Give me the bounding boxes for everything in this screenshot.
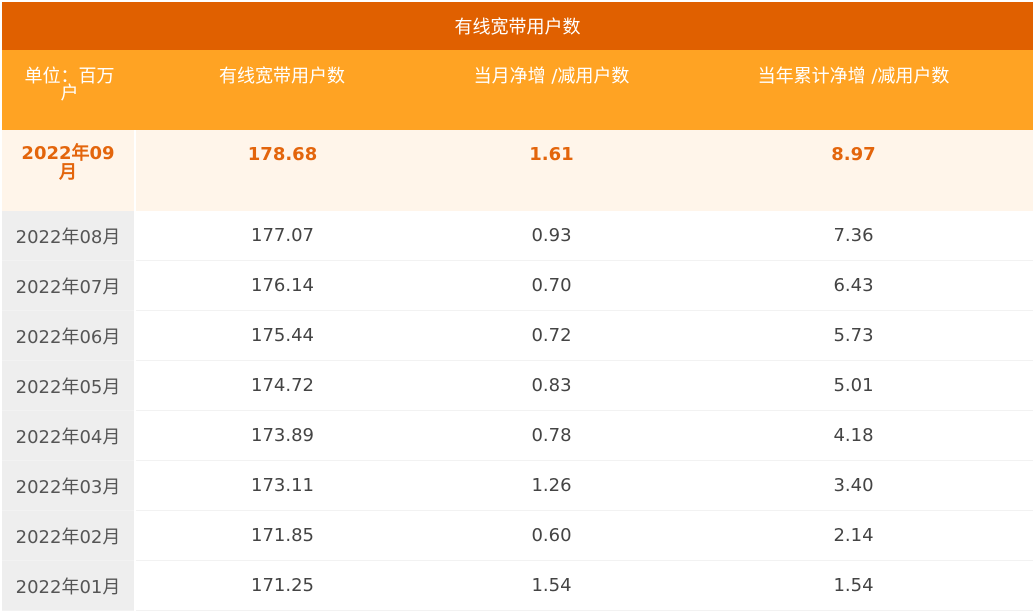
- row-ytd-net: 3.40: [674, 460, 1033, 511]
- header-row: 单位：百万户 有线宽带用户数 当月净增 /减用户数 当年累计净增 /减用户数: [2, 50, 1033, 130]
- table-row: 2022年05月 174.72 0.83 5.01: [2, 360, 1033, 411]
- row-users: 175.44: [135, 310, 429, 361]
- row-month: 2022年05月: [2, 360, 136, 411]
- row-users: 177.07: [135, 211, 429, 261]
- row-ytd-net: 6.43: [674, 260, 1033, 311]
- row-month: 2022年09月: [2, 130, 136, 211]
- row-monthly-net: 0.78: [429, 410, 674, 461]
- broadband-users-table-container: 有线宽带用户数 单位：百万户 有线宽带用户数 当月净增 /减用户数 当年累计净增…: [2, 2, 1033, 611]
- table-row: 2022年07月 176.14 0.70 6.43: [2, 260, 1033, 311]
- row-monthly-net: 0.83: [429, 360, 674, 411]
- broadband-users-table: 单位：百万户 有线宽带用户数 当月净增 /减用户数 当年累计净增 /减用户数 2…: [2, 50, 1033, 611]
- row-month: 2022年06月: [2, 310, 136, 361]
- header-monthly-net-change: 当月净增 /减用户数: [429, 50, 674, 130]
- table-row: 2022年01月 171.25 1.54 1.54: [2, 560, 1033, 611]
- row-month: 2022年08月: [2, 211, 136, 261]
- table-row: 2022年04月 173.89 0.78 4.18: [2, 410, 1033, 461]
- table-row: 2022年03月 173.11 1.26 3.40: [2, 460, 1033, 511]
- row-ytd-net: 7.36: [674, 211, 1033, 261]
- row-users: 176.14: [135, 260, 429, 311]
- row-month: 2022年02月: [2, 510, 136, 561]
- row-monthly-net: 0.70: [429, 260, 674, 311]
- row-month: 2022年07月: [2, 260, 136, 311]
- table-row: 2022年08月 177.07 0.93 7.36: [2, 211, 1033, 261]
- row-users: 171.85: [135, 510, 429, 561]
- row-ytd-net: 4.18: [674, 410, 1033, 461]
- table-row: 2022年02月 171.85 0.60 2.14: [2, 510, 1033, 561]
- row-users: 173.11: [135, 460, 429, 511]
- row-monthly-net: 1.61: [429, 130, 674, 211]
- header-ytd-net-change: 当年累计净增 /减用户数: [674, 50, 1033, 130]
- row-monthly-net: 0.72: [429, 310, 674, 361]
- row-monthly-net: 1.26: [429, 460, 674, 511]
- header-unit: 单位：百万户: [2, 50, 135, 130]
- header-broadband-users: 有线宽带用户数: [135, 50, 429, 130]
- row-month: 2022年04月: [2, 410, 136, 461]
- row-ytd-net: 5.73: [674, 310, 1033, 361]
- row-users: 174.72: [135, 360, 429, 411]
- table-title: 有线宽带用户数: [2, 2, 1033, 50]
- table-row: 2022年06月 175.44 0.72 5.73: [2, 310, 1033, 361]
- row-month: 2022年01月: [2, 560, 136, 611]
- row-ytd-net: 1.54: [674, 560, 1033, 611]
- row-monthly-net: 0.60: [429, 510, 674, 561]
- row-users: 178.68: [135, 130, 429, 211]
- row-monthly-net: 1.54: [429, 560, 674, 611]
- table-row-highlighted: 2022年09月 178.68 1.61 8.97: [2, 130, 1033, 211]
- row-ytd-net: 8.97: [674, 130, 1033, 211]
- row-ytd-net: 2.14: [674, 510, 1033, 561]
- row-users: 171.25: [135, 560, 429, 611]
- row-ytd-net: 5.01: [674, 360, 1033, 411]
- row-month: 2022年03月: [2, 460, 136, 511]
- row-users: 173.89: [135, 410, 429, 461]
- row-monthly-net: 0.93: [429, 211, 674, 261]
